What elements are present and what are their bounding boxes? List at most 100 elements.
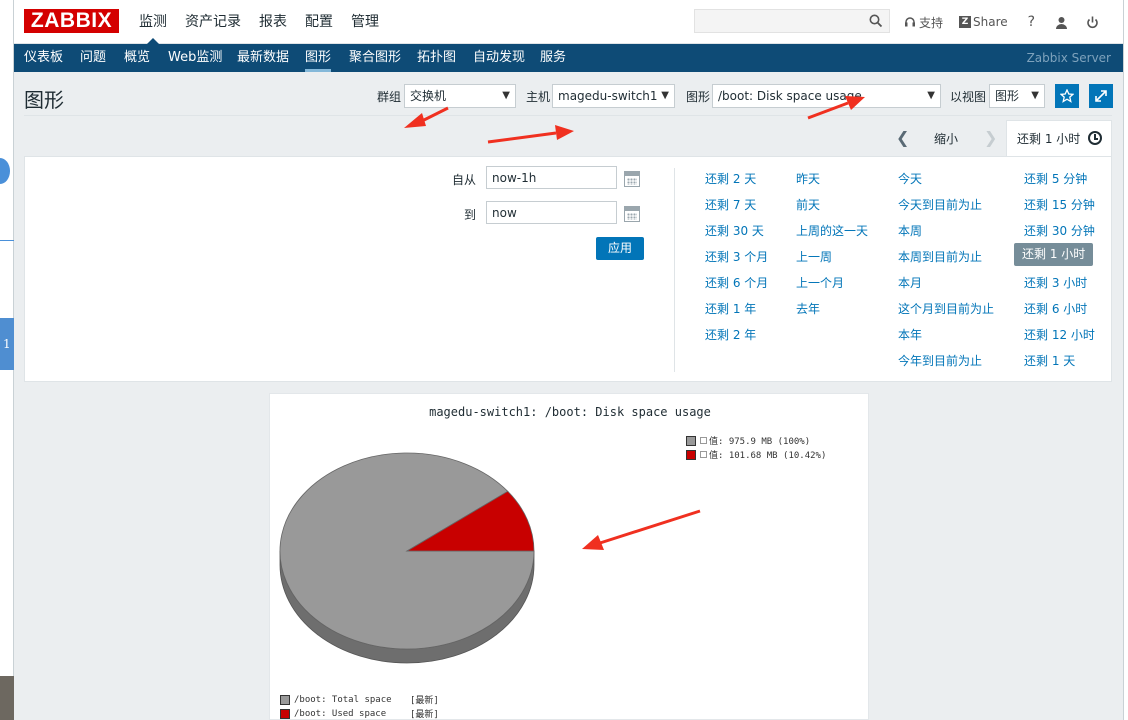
quick-range-link[interactable]: 还剩 6 个月 <box>705 274 768 291</box>
share-label: Share <box>973 15 1008 29</box>
subnav-services[interactable]: 服务 <box>540 44 566 72</box>
headset-icon <box>905 17 915 27</box>
quick-range-link[interactable]: 今天 <box>898 170 922 187</box>
legend-swatch <box>280 708 290 719</box>
calendar-icon[interactable] <box>624 206 640 222</box>
menu-reports[interactable]: 报表 <box>250 0 296 44</box>
quick-range-link[interactable]: 还剩 1 天 <box>1024 352 1075 369</box>
menu-administration[interactable]: 管理 <box>342 0 388 44</box>
signout-link[interactable] <box>1086 16 1099 29</box>
quick-range-link[interactable]: 还剩 12 小时 <box>1024 326 1095 343</box>
quick-range-link[interactable]: 本月 <box>898 274 922 291</box>
legend-box-icon <box>700 451 707 458</box>
quick-range-link[interactable]: 还剩 6 小时 <box>1024 300 1087 317</box>
legend-bottom-tag: [最新] <box>410 696 439 706</box>
quick-range-link[interactable]: 今年到目前为止 <box>898 352 982 369</box>
quick-range-link[interactable]: 还剩 3 小时 <box>1024 274 1087 291</box>
user-profile-link[interactable] <box>1055 16 1068 29</box>
quick-range-link[interactable]: 上周的这一天 <box>796 222 868 239</box>
quick-range-link[interactable]: 昨天 <box>796 170 820 187</box>
subnav-maps[interactable]: 拓扑图 <box>417 44 456 72</box>
subnav-discovery[interactable]: 自动发现 <box>473 44 525 72</box>
edge-dark-block <box>0 676 14 720</box>
host-select-value: magedu-switch1 <box>558 89 658 103</box>
subnav-overview[interactable]: 概览 <box>124 44 150 72</box>
quick-range-link[interactable]: 去年 <box>796 300 820 317</box>
quick-range-link[interactable]: 还剩 7 天 <box>705 196 756 213</box>
zabbix-logo[interactable]: ZABBIX <box>24 9 119 33</box>
search-icon[interactable] <box>869 14 883 28</box>
chevron-left-icon[interactable]: ❮ <box>896 128 909 147</box>
support-label: 支持 <box>919 15 944 30</box>
quick-range-link[interactable]: 前天 <box>796 196 820 213</box>
time-filter-panel <box>24 156 1112 382</box>
legend-bottom-name: /boot: Total space <box>294 694 392 705</box>
quick-range-link[interactable]: 本周 <box>898 222 922 239</box>
graph-select-value: /boot: Disk space usage <box>718 89 862 103</box>
filter-divider <box>674 168 675 372</box>
help-link[interactable]: ? <box>1028 14 1035 30</box>
legend-bottom-tag: [最新] <box>410 710 439 720</box>
support-link[interactable]: 支持 <box>904 14 943 31</box>
legend-swatch <box>686 435 696 446</box>
quick-range-link[interactable]: 还剩 1 年 <box>705 300 756 317</box>
view-label: 以视图 <box>950 90 987 104</box>
graph-select[interactable]: /boot: Disk space usage ▼ <box>712 84 941 108</box>
to-label: 到 <box>464 208 477 222</box>
quick-range-link[interactable]: 还剩 2 天 <box>705 170 756 187</box>
search-input[interactable] <box>694 9 890 33</box>
chevron-down-icon: ▼ <box>502 90 510 101</box>
zoom-out-tab[interactable]: 缩小 <box>934 130 958 147</box>
menu-inventory[interactable]: 资产记录 <box>176 0 250 44</box>
from-input[interactable] <box>486 166 617 189</box>
quick-range-link[interactable]: 上一周 <box>796 248 832 265</box>
share-icon: Z <box>959 16 972 28</box>
time-range-tab[interactable]: 还剩 1 小时 <box>1006 120 1112 157</box>
quick-range-link[interactable]: 本年 <box>898 326 922 343</box>
subnav-graphs[interactable]: 图形 <box>305 44 332 72</box>
edge-circle <box>0 158 10 184</box>
legend-bottom-item: /boot: Total space [最新] <box>280 693 439 706</box>
view-select[interactable]: 图形 ▼ <box>989 84 1045 108</box>
calendar-icon[interactable] <box>624 171 640 187</box>
quick-range-link[interactable]: 还剩 2 年 <box>705 326 756 343</box>
help-icon: ? <box>1027 14 1036 30</box>
subnav-screens[interactable]: 聚合图形 <box>349 44 401 72</box>
menu-configuration[interactable]: 配置 <box>296 0 342 44</box>
quick-range-link[interactable]: 还剩 15 分钟 <box>1024 196 1095 213</box>
edge-line <box>0 240 14 241</box>
quick-range-link[interactable]: 本周到目前为止 <box>898 248 982 265</box>
quick-range-link[interactable]: 这个月到目前为止 <box>898 300 994 317</box>
apply-button[interactable]: 应用 <box>596 237 644 260</box>
header-links: 支持 Z Share ? <box>904 0 1115 44</box>
group-select[interactable]: 交换机 ▼ <box>404 84 516 108</box>
quick-range-link[interactable]: 还剩 30 天 <box>705 222 764 239</box>
server-name: Zabbix Server <box>1026 51 1111 65</box>
favourite-button[interactable] <box>1055 84 1079 108</box>
chevron-down-icon: ▼ <box>927 90 935 101</box>
chevron-right-icon[interactable]: ❯ <box>984 128 997 147</box>
to-input[interactable] <box>486 201 617 224</box>
share-link[interactable]: Z Share <box>959 15 1008 29</box>
quick-range-link[interactable]: 还剩 5 分钟 <box>1024 170 1087 187</box>
fullscreen-icon <box>1095 90 1107 102</box>
legend-bottom-name: /boot: Used space <box>294 708 387 719</box>
quick-range-link[interactable]: 还剩 3 个月 <box>705 248 768 265</box>
subnav-web[interactable]: Web监测 <box>168 44 222 72</box>
subnav-latest-data[interactable]: 最新数据 <box>237 44 289 72</box>
fullscreen-button[interactable] <box>1089 84 1113 108</box>
quick-range-link[interactable]: 上一个月 <box>796 274 844 291</box>
subnav-problems[interactable]: 问题 <box>80 44 106 72</box>
chevron-down-icon: ▼ <box>1031 90 1039 101</box>
subnav-dashboard[interactable]: 仪表板 <box>24 44 63 72</box>
time-range-tab-label: 还剩 1 小时 <box>1017 132 1081 146</box>
quick-range-link[interactable]: 还剩 1 小时 <box>1014 243 1094 266</box>
menu-monitoring[interactable]: 监测 <box>130 0 176 44</box>
quick-range-link[interactable]: 还剩 30 分钟 <box>1024 222 1095 239</box>
quick-range-link[interactable]: 今天到目前为止 <box>898 196 982 213</box>
page-title: 图形 <box>24 88 64 112</box>
host-select[interactable]: magedu-switch1 ▼ <box>552 84 675 108</box>
arrow-annotation <box>404 106 449 128</box>
legend-top-text: 值: 975.9 MB (100%) <box>709 437 811 447</box>
title-divider <box>24 115 1112 116</box>
